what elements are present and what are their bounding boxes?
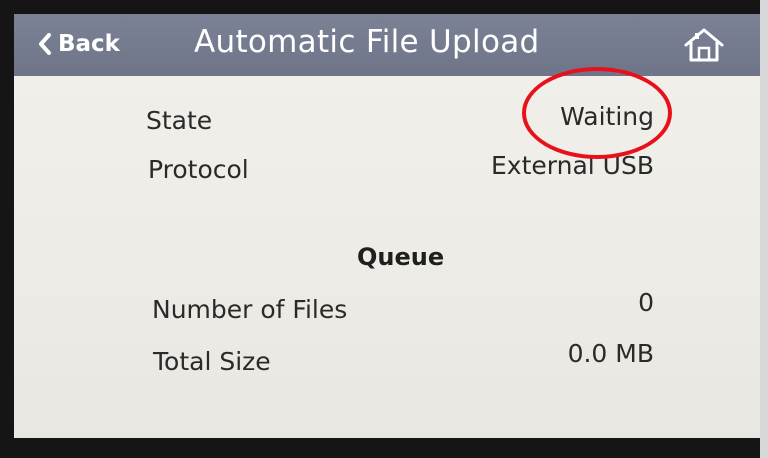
size-value: 0.0 MB xyxy=(567,339,654,368)
files-value: 0 xyxy=(638,288,654,317)
back-label: Back xyxy=(58,31,120,57)
highlight-annotation xyxy=(522,67,672,159)
state-label: State xyxy=(146,106,213,135)
photo-background xyxy=(760,0,768,458)
size-label: Total Size xyxy=(153,347,271,376)
files-label: Number of Files xyxy=(152,295,348,324)
chevron-left-icon xyxy=(38,33,52,55)
home-button[interactable] xyxy=(682,26,726,64)
header-bar: Back Automatic File Upload xyxy=(14,14,760,76)
home-icon xyxy=(682,26,726,64)
protocol-label: Protocol xyxy=(148,155,249,184)
touch-screen: Back Automatic File Upload State Waiting… xyxy=(14,14,760,438)
back-button[interactable]: Back xyxy=(38,26,120,62)
queue-heading: Queue xyxy=(357,243,445,271)
page-title: Automatic File Upload xyxy=(194,24,540,60)
